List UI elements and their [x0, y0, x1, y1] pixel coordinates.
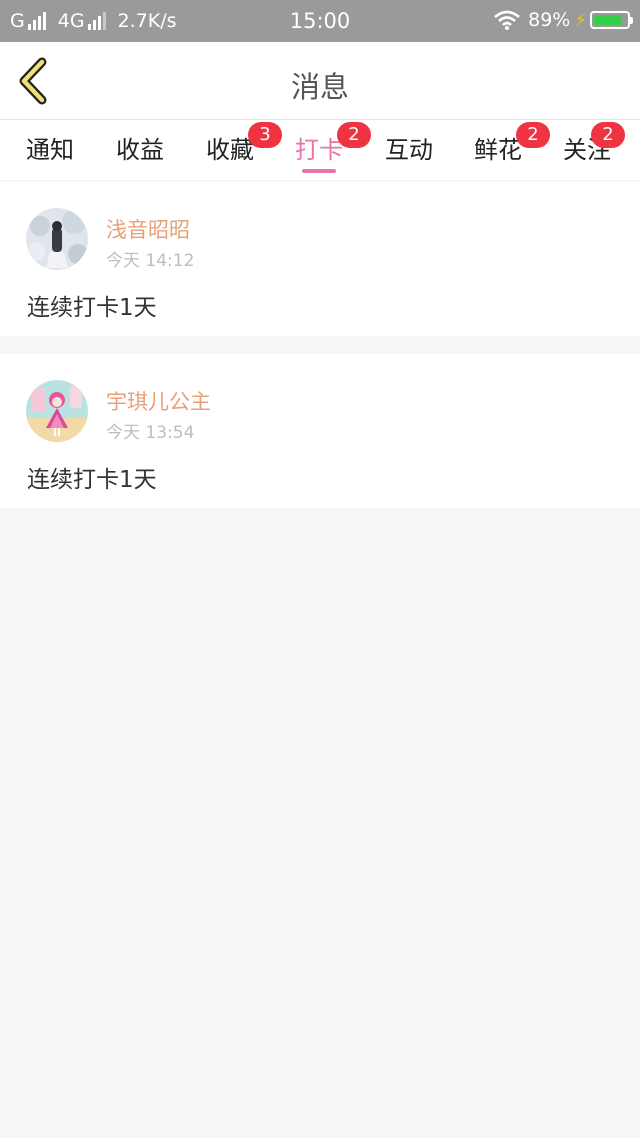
tab-checkin[interactable]: 打卡 2 [295, 122, 371, 173]
status-right: 89% ⚡ [494, 9, 633, 31]
tab-following[interactable]: 关注 2 [563, 122, 625, 165]
unread-badge: 2 [516, 122, 550, 148]
tab-label: 互动 [385, 136, 433, 164]
message-content: 连续打卡1天 [27, 295, 157, 321]
username-link[interactable]: 浅音昭昭 [106, 214, 190, 244]
tab-favorites[interactable]: 收藏 3 [206, 122, 282, 165]
charging-icon: ⚡ [574, 9, 587, 31]
tab-earnings[interactable]: 收益 [116, 130, 164, 165]
tab-label: 收藏 [206, 136, 254, 164]
avatar[interactable] [26, 380, 88, 442]
message-time: 今天 14:12 [106, 251, 195, 271]
title-bar: 消息 [0, 42, 640, 120]
avatar-image [26, 380, 88, 442]
avatar[interactable] [26, 208, 88, 270]
unread-badge: 3 [248, 122, 282, 148]
tab-flowers[interactable]: 鲜花 2 [474, 122, 550, 165]
tab-label: 收益 [116, 136, 164, 164]
unread-badge: 2 [337, 122, 371, 148]
tab-notifications[interactable]: 通知 [26, 130, 74, 165]
avatar-image [26, 208, 88, 270]
active-tab-indicator [302, 169, 336, 173]
tab-label: 打卡 [295, 136, 343, 164]
battery-percentage: 89% [528, 9, 571, 31]
page-title: 消息 [290, 70, 349, 104]
message-content: 连续打卡1天 [27, 467, 157, 493]
tab-bar: 通知 收益 收藏 3 打卡 2 互动 鲜花 2 关注 2 [0, 120, 640, 180]
message-item[interactable]: 浅音昭昭 今天 14:12 连续打卡1天 [0, 182, 640, 336]
tab-label: 鲜花 [474, 136, 522, 164]
battery-icon [590, 11, 633, 29]
tab-label: 通知 [26, 136, 74, 164]
unread-badge: 2 [591, 122, 625, 148]
status-bar: G 4G 2.7K/s 15:00 89% ⚡ [0, 0, 640, 42]
message-time: 今天 13:54 [106, 423, 195, 443]
wifi-icon [494, 10, 520, 30]
message-item[interactable]: 宇琪儿公主 今天 13:54 连续打卡1天 [0, 354, 640, 508]
username-link[interactable]: 宇琪儿公主 [106, 386, 211, 416]
tab-interactions[interactable]: 互动 [385, 130, 433, 165]
